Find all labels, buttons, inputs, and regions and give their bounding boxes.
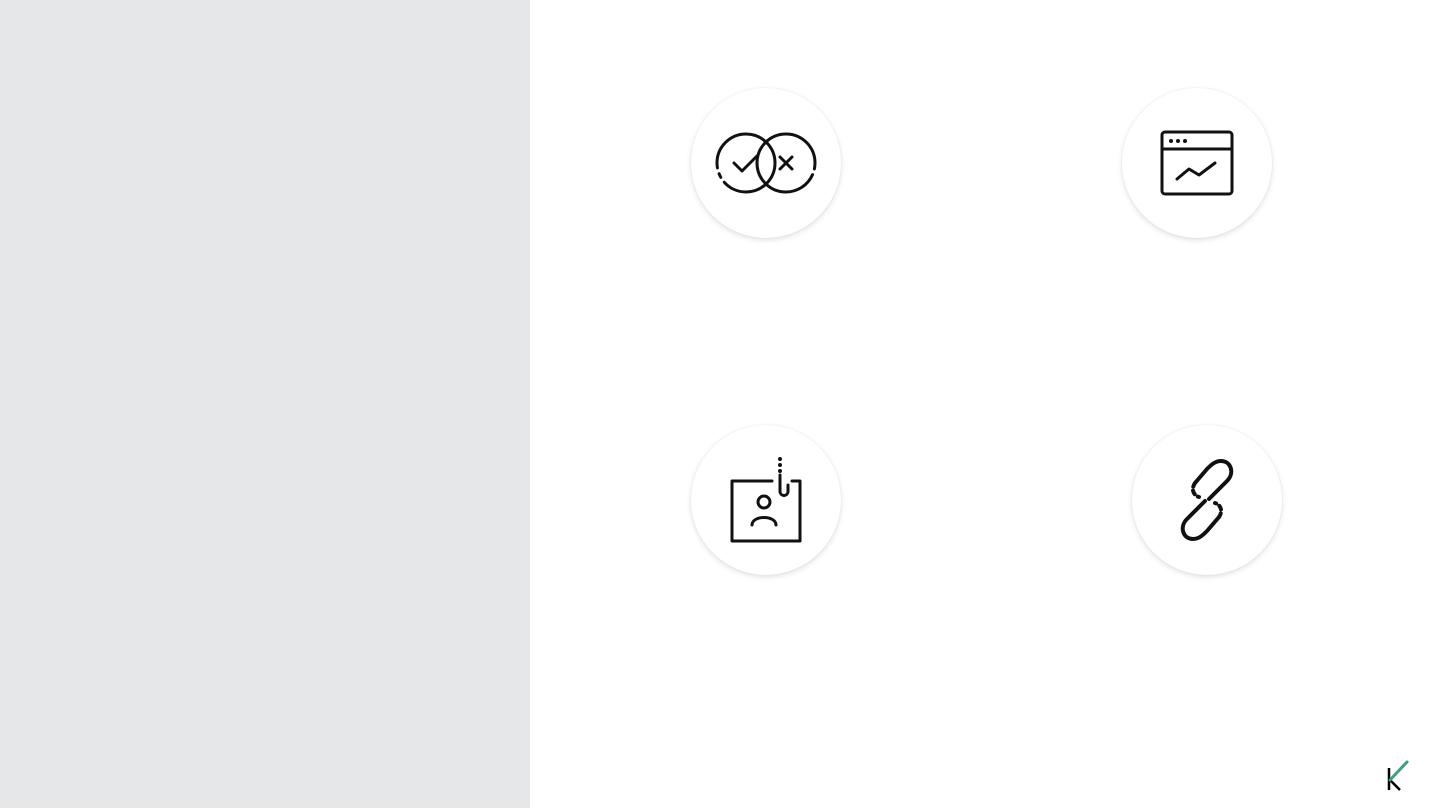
left-panel: [0, 0, 530, 808]
phishing-hook-id-card-icon: [730, 457, 802, 543]
slide: [0, 0, 1440, 810]
check-and-cross-circles-icon: [715, 132, 817, 194]
icon-circle-chain-link: [1132, 425, 1282, 575]
icon-circle-phishing-id: [691, 425, 841, 575]
broken-chain-link-icon: [1180, 459, 1234, 541]
icon-circle-browser-chart: [1122, 88, 1272, 238]
browser-window-chart-icon: [1160, 130, 1234, 196]
icon-circle-check-cross: [691, 88, 841, 238]
kaspersky-k-logo: [1387, 760, 1409, 791]
